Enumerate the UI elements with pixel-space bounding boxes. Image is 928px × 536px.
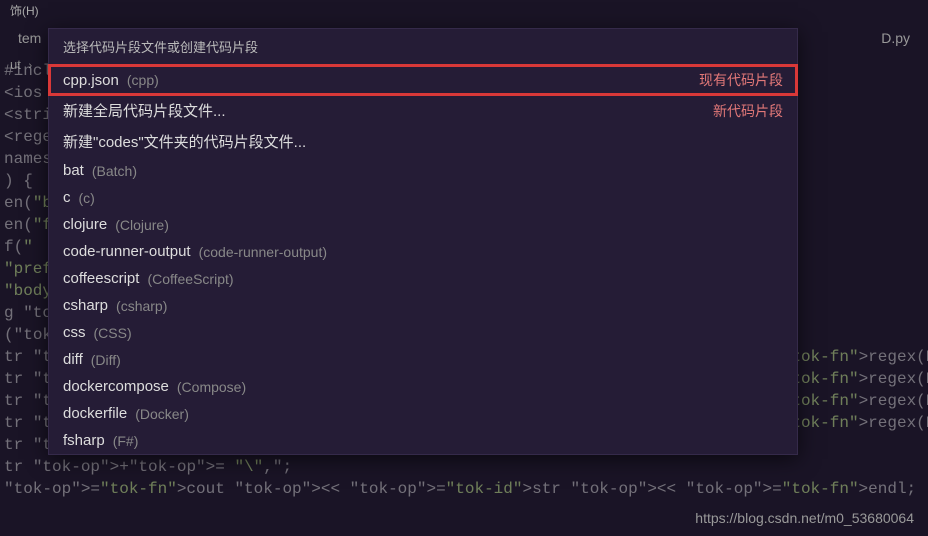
tab-right[interactable]: D.py bbox=[873, 26, 918, 50]
snippet-item-description: (Diff) bbox=[91, 352, 121, 368]
snippet-item-9[interactable]: css (CSS) bbox=[49, 319, 797, 346]
snippet-item-label: cpp.json bbox=[63, 72, 119, 89]
snippet-item-12[interactable]: dockerfile (Docker) bbox=[49, 400, 797, 427]
snippet-item-8[interactable]: csharp (csharp) bbox=[49, 292, 797, 319]
code-line: "tok-op">="tok-fn">cout "tok-op"><< "tok… bbox=[4, 478, 928, 500]
snippet-item-description: (F#) bbox=[113, 433, 139, 449]
snippet-item-label: coffeescript bbox=[63, 270, 139, 287]
topbar-left-text: 饰(H) bbox=[10, 2, 39, 19]
snippet-item-label: fsharp bbox=[63, 432, 105, 449]
snippet-item-1[interactable]: 新建全局代码片段文件... 新代码片段 bbox=[49, 95, 797, 126]
snippet-item-label: c bbox=[63, 189, 71, 206]
snippet-item-description: (c) bbox=[79, 190, 95, 206]
snippet-item-description: (cpp) bbox=[127, 72, 159, 88]
snippet-item-description: (CSS) bbox=[94, 325, 132, 341]
snippet-item-0[interactable]: cpp.json (cpp) 现有代码片段 bbox=[49, 65, 797, 95]
snippet-item-description: (code-runner-output) bbox=[199, 244, 327, 260]
snippet-item-label: 新建"codes"文件夹的代码片段文件... bbox=[63, 131, 306, 152]
code-line: tr "tok-op">+"tok-op">= "\","; bbox=[4, 456, 928, 478]
watermark-text: https://blog.csdn.net/m0_53680064 bbox=[695, 510, 914, 526]
snippet-picker-header: 选择代码片段文件或创建代码片段 bbox=[49, 29, 797, 65]
snippet-item-3[interactable]: bat (Batch) bbox=[49, 157, 797, 184]
snippet-item-description: (Docker) bbox=[135, 406, 189, 422]
snippet-item-2[interactable]: 新建"codes"文件夹的代码片段文件... bbox=[49, 126, 797, 157]
snippet-item-description: (Compose) bbox=[177, 379, 246, 395]
snippet-item-label: diff bbox=[63, 351, 83, 368]
snippet-item-label: clojure bbox=[63, 216, 107, 233]
snippet-item-label: 新建全局代码片段文件... bbox=[63, 100, 226, 121]
snippet-picker-list: cpp.json (cpp) 现有代码片段新建全局代码片段文件... 新代码片段新建"… bbox=[49, 65, 797, 454]
snippet-item-11[interactable]: dockercompose (Compose) bbox=[49, 373, 797, 400]
snippet-item-label: csharp bbox=[63, 297, 108, 314]
snippet-item-description: (CoffeeScript) bbox=[147, 271, 233, 287]
snippet-item-label: bat bbox=[63, 162, 84, 179]
snippet-item-description: (csharp) bbox=[116, 298, 167, 314]
snippet-item-label: dockercompose bbox=[63, 378, 169, 395]
snippet-item-description: (Batch) bbox=[92, 163, 137, 179]
tab-left[interactable]: tem bbox=[10, 26, 49, 50]
snippet-item-7[interactable]: coffeescript (CoffeeScript) bbox=[49, 265, 797, 292]
snippet-item-label: css bbox=[63, 324, 86, 341]
snippet-item-category: 新代码片段 bbox=[713, 101, 783, 121]
snippet-item-label: dockerfile bbox=[63, 405, 127, 422]
topbar: 饰(H) bbox=[0, 0, 928, 20]
snippet-item-13[interactable]: fsharp (F#) bbox=[49, 427, 797, 454]
snippet-item-description: (Clojure) bbox=[115, 217, 169, 233]
snippet-item-4[interactable]: c (c) bbox=[49, 184, 797, 211]
snippet-item-6[interactable]: code-runner-output (code-runner-output) bbox=[49, 238, 797, 265]
snippet-picker: 选择代码片段文件或创建代码片段 cpp.json (cpp) 现有代码片段新建全局代… bbox=[48, 28, 798, 455]
snippet-item-category: 现有代码片段 bbox=[699, 70, 783, 90]
snippet-item-5[interactable]: clojure (Clojure) bbox=[49, 211, 797, 238]
snippet-item-10[interactable]: diff (Diff) bbox=[49, 346, 797, 373]
snippet-item-label: code-runner-output bbox=[63, 243, 191, 260]
